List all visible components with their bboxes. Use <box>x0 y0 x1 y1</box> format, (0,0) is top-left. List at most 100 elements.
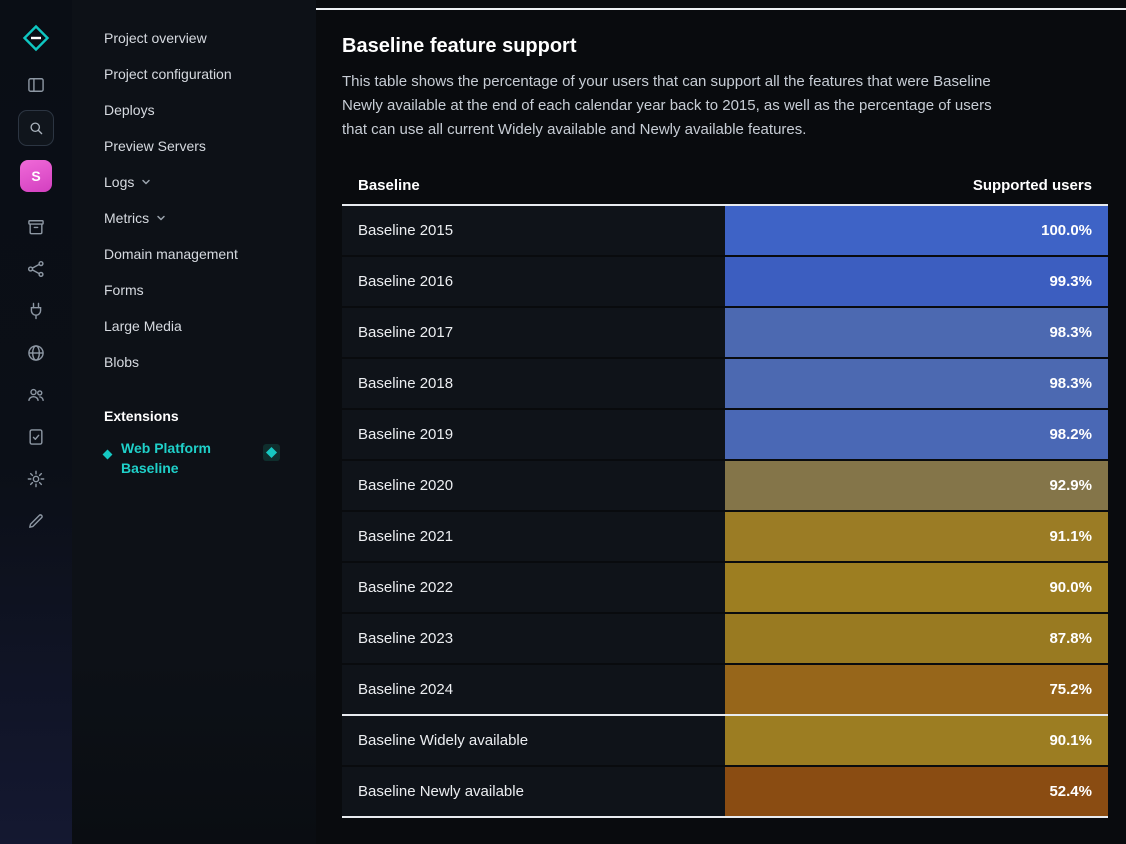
extensions-rail-button[interactable] <box>19 294 53 328</box>
row-value: 98.2% <box>1049 426 1092 443</box>
share-nodes-icon <box>26 259 46 279</box>
sidebar-item-project-overview[interactable]: Project overview <box>104 20 280 56</box>
search-icon <box>27 119 45 137</box>
table-row: Baseline 2017 98.3% <box>342 308 1108 359</box>
sidebar-item-logs[interactable]: Logs <box>104 164 280 200</box>
sidebar-item-label: Large Media <box>104 318 182 334</box>
row-value: 87.8% <box>1049 630 1092 647</box>
team-icon <box>26 385 46 405</box>
chevron-down-icon <box>141 177 151 187</box>
sidebar-item-web-platform-baseline[interactable]: Web Platform Baseline <box>104 438 280 478</box>
search-button[interactable] <box>18 110 54 146</box>
sidebar-item-blobs[interactable]: Blobs <box>104 344 280 380</box>
row-label: Baseline 2017 <box>342 324 453 341</box>
supported-users-bar: 52.4% <box>725 767 1108 816</box>
avatar-letter: S <box>31 168 40 184</box>
supported-users-bar: 91.1% <box>725 512 1108 561</box>
table-row: Baseline 2022 90.0% <box>342 563 1108 614</box>
supported-users-bar: 98.3% <box>725 308 1108 357</box>
sidebar-item-label: Metrics <box>104 210 149 226</box>
row-value: 98.3% <box>1049 324 1092 341</box>
panel-toggle-icon <box>26 75 46 95</box>
extension-label: Web Platform Baseline <box>121 438 239 478</box>
edit-rail-button[interactable] <box>19 504 53 538</box>
supported-users-bar: 98.2% <box>725 410 1108 459</box>
row-label: Baseline Widely available <box>342 732 528 749</box>
audit-log-rail-button[interactable] <box>19 420 53 454</box>
sidebar-item-label: Preview Servers <box>104 138 206 154</box>
sidebar-item-label: Blobs <box>104 354 139 370</box>
supported-users-bar: 90.1% <box>725 716 1108 765</box>
sidebar-item-preview-servers[interactable]: Preview Servers <box>104 128 280 164</box>
sidebar-item-label: Project configuration <box>104 66 232 82</box>
gear-icon <box>26 469 46 489</box>
document-check-icon <box>26 427 46 447</box>
row-value: 75.2% <box>1049 681 1092 698</box>
row-label: Baseline 2016 <box>342 273 453 290</box>
netlify-logo[interactable] <box>16 18 56 58</box>
row-label: Baseline 2022 <box>342 579 453 596</box>
sidebar-item-label: Forms <box>104 282 144 298</box>
column-header-baseline: Baseline <box>358 177 420 194</box>
plug-icon <box>26 301 46 321</box>
table-row: Baseline 2024 75.2% <box>342 665 1108 716</box>
integrations-rail-button[interactable] <box>19 252 53 286</box>
row-value: 90.1% <box>1049 732 1092 749</box>
settings-rail-button[interactable] <box>19 462 53 496</box>
row-value: 52.4% <box>1049 783 1092 800</box>
row-label: Baseline 2015 <box>342 222 453 239</box>
supported-users-bar: 98.3% <box>725 359 1108 408</box>
table-row: Baseline 2015 100.0% <box>342 206 1108 257</box>
table-row: Baseline 2021 91.1% <box>342 512 1108 563</box>
pen-icon <box>26 511 46 531</box>
row-value: 90.0% <box>1049 579 1092 596</box>
sidebar-item-label: Project overview <box>104 30 207 46</box>
sidebar-toggle-button[interactable] <box>19 68 53 102</box>
diamond-bullet-icon <box>103 450 113 460</box>
baseline-extension-badge-icon <box>263 444 280 466</box>
table-header-row: Baseline Supported users <box>342 166 1108 206</box>
supported-users-bar: 100.0% <box>725 206 1108 255</box>
table-row: Baseline Widely available 90.1% <box>342 716 1108 767</box>
table-row: Baseline 2019 98.2% <box>342 410 1108 461</box>
table-row: Baseline 2016 99.3% <box>342 257 1108 308</box>
user-avatar[interactable]: S <box>20 160 52 192</box>
sidebar-item-label: Domain management <box>104 246 238 262</box>
table-row: Baseline 2023 87.8% <box>342 614 1108 665</box>
chevron-down-icon <box>156 213 166 223</box>
row-label: Baseline 2019 <box>342 426 453 443</box>
row-value: 92.9% <box>1049 477 1092 494</box>
sidebar-item-deploys[interactable]: Deploys <box>104 92 280 128</box>
column-header-supported-users: Supported users <box>973 177 1092 194</box>
sidebar-item-domain-management[interactable]: Domain management <box>104 236 280 272</box>
main-content: Baseline feature support This table show… <box>316 0 1126 844</box>
globe-icon <box>26 343 46 363</box>
supported-users-bar: 99.3% <box>725 257 1108 306</box>
row-label: Baseline 2020 <box>342 477 453 494</box>
table-row: Baseline Newly available 52.4% <box>342 767 1108 818</box>
row-label: Baseline 2021 <box>342 528 453 545</box>
sidebar-item-metrics[interactable]: Metrics <box>104 200 280 236</box>
sidebar-item-forms[interactable]: Forms <box>104 272 280 308</box>
table-row: Baseline 2020 92.9% <box>342 461 1108 512</box>
sidebar-item-large-media[interactable]: Large Media <box>104 308 280 344</box>
row-value: 98.3% <box>1049 375 1092 392</box>
team-rail-button[interactable] <box>19 378 53 412</box>
domains-rail-button[interactable] <box>19 336 53 370</box>
netlify-logo-icon <box>21 23 51 53</box>
sidebar-item-label: Logs <box>104 174 134 190</box>
deploys-rail-button[interactable] <box>19 210 53 244</box>
extensions-section-heading: Extensions <box>104 398 280 434</box>
supported-users-bar: 75.2% <box>725 665 1108 714</box>
project-sidebar: Project overview Project configuration D… <box>72 0 316 844</box>
sidebar-item-label: Deploys <box>104 102 155 118</box>
supported-users-bar: 90.0% <box>725 563 1108 612</box>
supported-users-bar: 87.8% <box>725 614 1108 663</box>
sidebar-item-project-configuration[interactable]: Project configuration <box>104 56 280 92</box>
row-value: 100.0% <box>1041 222 1092 239</box>
page-title: Baseline feature support <box>342 34 1108 58</box>
row-value: 99.3% <box>1049 273 1092 290</box>
row-value: 91.1% <box>1049 528 1092 545</box>
archive-box-icon <box>26 217 46 237</box>
icon-rail: S <box>0 0 72 844</box>
